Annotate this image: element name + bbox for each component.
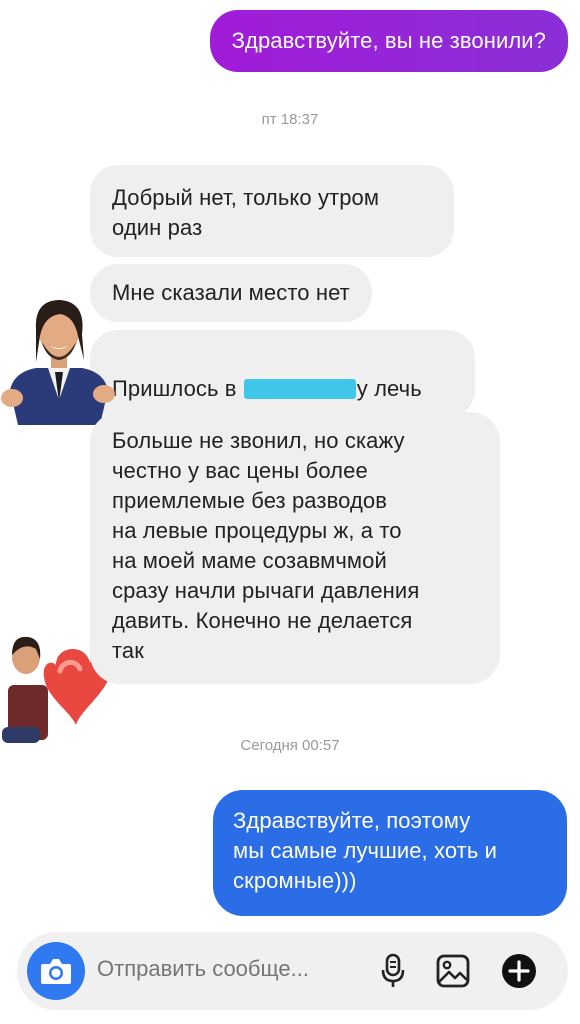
message-input[interactable]: [97, 956, 357, 982]
microphone-icon: [381, 953, 405, 987]
timestamp: Сегодня 00:57: [240, 737, 340, 754]
outgoing-message[interactable]: Здравствуйте, поэтому мы самые лучшие, х…: [213, 790, 567, 916]
gallery-button[interactable]: [433, 951, 473, 991]
microphone-button[interactable]: [373, 951, 413, 991]
gallery-icon: [436, 954, 470, 988]
sender-avatar[interactable]: [0, 290, 118, 425]
timestamp: пт 18:37: [261, 111, 319, 128]
redaction-mark: [243, 379, 356, 399]
camera-button[interactable]: [27, 942, 85, 1000]
message-composer: [17, 932, 568, 1010]
plus-button[interactable]: [499, 951, 539, 991]
plus-icon: [502, 954, 536, 988]
chat-screen: Здравствуйте, вы не звонили? пт 18:37 До…: [0, 0, 580, 1024]
incoming-message[interactable]: Добрый нет, только утром один раз: [90, 165, 454, 257]
camera-icon: [41, 959, 71, 984]
incoming-message[interactable]: Больше не звонил, но скажу честно у вас …: [90, 412, 500, 684]
incoming-message[interactable]: Мне сказали место нет: [90, 264, 372, 322]
outgoing-message[interactable]: Здравствуйте, вы не звонили?: [209, 10, 568, 72]
incoming-message[interactable]: Пришлось в у лечь: [90, 330, 475, 418]
message-text: Пришлось в: [112, 376, 243, 401]
message-text: у лечь: [356, 376, 422, 401]
